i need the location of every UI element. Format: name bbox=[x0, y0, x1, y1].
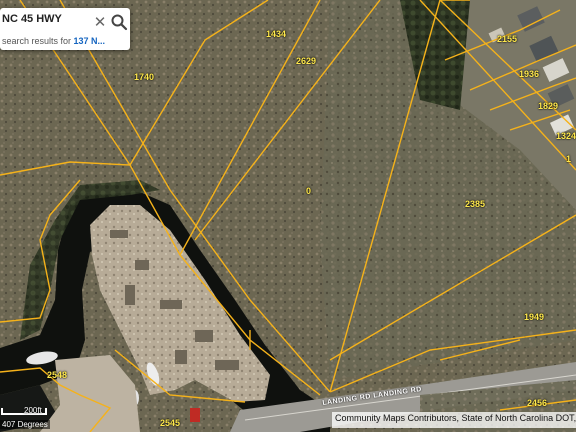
search-panel: NC 45 HWY ✕ search results for 137 N... bbox=[0, 8, 130, 50]
map-attribution: Community Maps Contributors, State of No… bbox=[332, 412, 576, 428]
parcel-label[interactable]: 2545 bbox=[160, 418, 180, 428]
building bbox=[190, 408, 200, 422]
caption-query[interactable]: 137 N... bbox=[74, 36, 106, 46]
aerial-imagery bbox=[0, 0, 576, 432]
parcel-label[interactable]: 2456 bbox=[527, 398, 547, 408]
search-results-caption: search results for 137 N... bbox=[2, 36, 105, 46]
parcel-label[interactable]: 2629 bbox=[296, 56, 316, 66]
close-icon[interactable]: ✕ bbox=[93, 14, 107, 30]
parcel-label[interactable]: 1324 bbox=[556, 131, 576, 141]
parcel-label[interactable]: 1829 bbox=[538, 101, 558, 111]
search-icon[interactable] bbox=[110, 13, 128, 31]
parcel-label[interactable]: 2155 bbox=[497, 34, 517, 44]
parcel-label[interactable]: 2548 bbox=[47, 370, 67, 380]
parcel-label[interactable]: 2385 bbox=[465, 199, 485, 209]
parcel-label[interactable]: 0 bbox=[306, 186, 311, 196]
parcel-label[interactable]: 1949 bbox=[524, 312, 544, 322]
caption-prefix: search results for bbox=[2, 36, 74, 46]
parcel-label[interactable]: 1936 bbox=[519, 69, 539, 79]
search-input[interactable]: NC 45 HWY bbox=[2, 13, 94, 29]
parcel-label[interactable]: 1 bbox=[566, 154, 571, 164]
parcel-label[interactable]: 1740 bbox=[134, 72, 154, 82]
parcel-label[interactable]: 1434 bbox=[266, 29, 286, 39]
scale-label: 200ft bbox=[24, 406, 42, 415]
map-viewport[interactable]: 1434 2629 1740 0 2385 2155 1936 1829 132… bbox=[0, 0, 576, 432]
coordinate-readout: 407 Degrees bbox=[0, 420, 50, 429]
